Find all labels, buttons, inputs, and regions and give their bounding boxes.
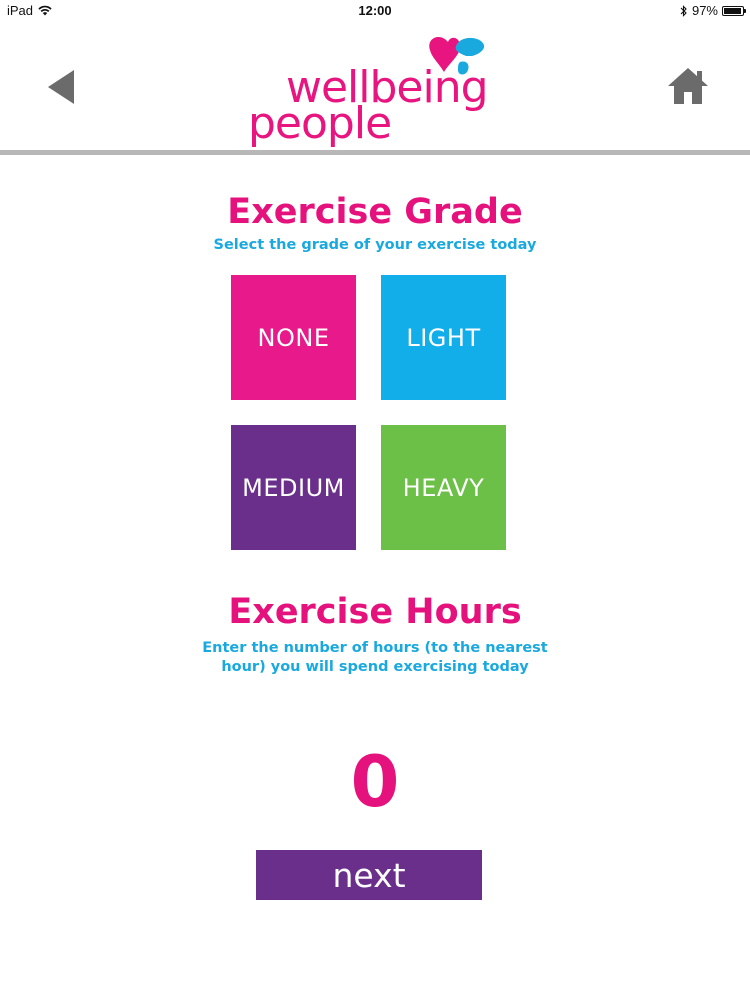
status-right: 97%: [680, 3, 746, 18]
exercise-hours-subtitle-line1: Enter the number of hours (to the neares…: [202, 640, 548, 656]
battery-icon: [722, 5, 746, 16]
back-button[interactable]: [44, 67, 76, 107]
exercise-hours-value[interactable]: 0: [0, 742, 750, 822]
home-button[interactable]: [666, 64, 710, 108]
bluetooth-icon: [680, 4, 687, 17]
exercise-grade-subtitle: Select the grade of your exercise today: [213, 237, 537, 253]
grade-light-button[interactable]: LIGHT: [381, 275, 506, 400]
exercise-grade-title: Exercise Grade: [227, 192, 523, 232]
grade-medium-button[interactable]: MEDIUM: [231, 425, 356, 550]
next-button[interactable]: next: [256, 850, 482, 900]
battery-fill: [724, 7, 741, 14]
status-bar: iPad 12:00 97%: [0, 0, 750, 22]
grade-none-button[interactable]: NONE: [231, 275, 356, 400]
home-icon: [668, 68, 708, 104]
grade-heavy-button[interactable]: HEAVY: [381, 425, 506, 550]
header-divider: [0, 150, 750, 155]
status-time: 12:00: [358, 3, 392, 18]
exercise-hours-title: Exercise Hours: [228, 592, 522, 632]
app-header: wellbeing people: [0, 22, 750, 150]
exercise-hours-subtitle-line2: hour) you will spend exercising today: [221, 659, 529, 675]
battery-percent: 97%: [691, 3, 718, 18]
logo-word-people: people: [248, 98, 392, 149]
wellbeing-people-logo: wellbeing people: [248, 32, 508, 149]
back-arrow-icon: [48, 70, 74, 104]
